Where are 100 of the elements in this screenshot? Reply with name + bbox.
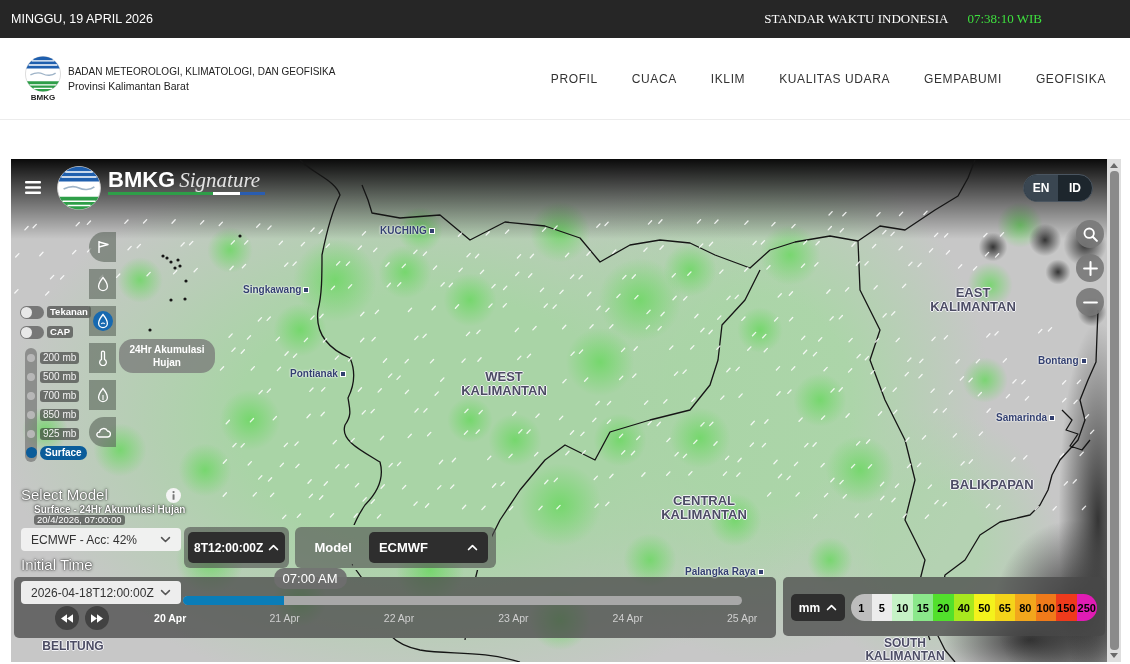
region-label: WEST KALIMANTAN — [461, 370, 547, 398]
scroll-down-icon[interactable] — [1110, 653, 1118, 658]
level-option[interactable]: 200 mb — [40, 351, 80, 364]
nav-link[interactable]: GEOFISIKA — [1035, 71, 1106, 86]
timezone-label: STANDAR WAKTU INDONESIA — [764, 11, 949, 27]
date-text: MINGGU, 19 APRIL 2026 — [11, 12, 153, 26]
legend-step: 100 — [1035, 594, 1056, 621]
nav-link[interactable]: GEMPABUMI — [924, 71, 1002, 86]
city-marker-icon — [757, 569, 764, 575]
toggle-label: CAP — [47, 326, 74, 338]
place-label: Palangka Raya — [685, 566, 756, 578]
level-dot-icon — [25, 447, 37, 458]
legend-step: 20 — [933, 594, 954, 621]
rewind-icon — [61, 613, 73, 623]
initial-time-select[interactable]: 2026-04-18T12:00:00Z — [21, 581, 181, 604]
city-marker-icon — [1080, 358, 1087, 364]
region-label: SOUTH KALIMANTAN — [865, 637, 945, 662]
time-tooltip: 07:00 AM — [273, 568, 347, 589]
level-dot-icon — [27, 391, 35, 400]
date-label: 23 Apr — [498, 612, 529, 624]
legend-step: 250 — [1076, 594, 1097, 621]
layer-button[interactable] — [89, 269, 116, 299]
layer-title: Surface - 24Hr Akumulasi Hujan — [34, 504, 186, 515]
legend-step: 50 — [974, 594, 995, 621]
language-option[interactable]: ID — [1058, 175, 1092, 201]
date-label: 22 Apr — [383, 612, 415, 624]
droplet-icon — [96, 387, 109, 403]
previous-button[interactable] — [55, 606, 79, 630]
legend-step: 150 — [1056, 594, 1077, 621]
fast-forward-icon — [91, 613, 103, 623]
level-option[interactable]: 850 mb — [40, 408, 80, 421]
province-name: Provinsi Kalimantan Barat — [68, 79, 190, 92]
logo-text: BMKG — [30, 92, 56, 102]
layer-button[interactable] — [89, 380, 116, 410]
initial-time-button[interactable]: 8T12:00:00Z — [188, 532, 286, 563]
layer-button[interactable] — [89, 306, 116, 336]
level-option[interactable]: 500 mb — [40, 370, 80, 383]
level-option[interactable]: 700 mb — [40, 389, 80, 402]
scroll-up-icon[interactable] — [1110, 163, 1118, 168]
legend-step: 40 — [953, 594, 974, 621]
model-select[interactable]: ECMWF - Acc: 42% — [21, 528, 181, 551]
city-marker-icon — [428, 228, 435, 234]
next-button[interactable] — [85, 606, 109, 630]
model-button[interactable]: ECMWF — [368, 532, 488, 563]
nav-link[interactable]: CUACA — [631, 71, 677, 86]
legend-step: 15 — [912, 594, 933, 621]
plus-icon — [1082, 260, 1098, 276]
flag-icon — [96, 240, 109, 254]
scrollbar-thumb[interactable] — [1109, 171, 1119, 650]
place-label: Pontianak — [290, 368, 338, 380]
place-label: Bontang — [1038, 355, 1079, 367]
valid-time: 20/4/2026, 07:00:00 — [34, 515, 125, 525]
stripe-icon — [108, 192, 265, 195]
city-marker-icon — [1049, 415, 1056, 421]
minus-icon — [1082, 300, 1098, 304]
level-slider-track[interactable] — [25, 348, 37, 462]
city-marker-icon — [339, 371, 346, 377]
date-label: 25 Apr — [726, 612, 758, 624]
scrollbar[interactable] — [1107, 159, 1121, 662]
timeline-track[interactable] — [183, 596, 742, 605]
level-option[interactable]: 925 mb — [40, 427, 80, 440]
chevron-down-icon — [160, 535, 171, 544]
region-label: CENTRAL KALIMANTAN — [661, 494, 747, 522]
chevron-down-icon — [160, 588, 171, 597]
layer-button[interactable] — [89, 417, 116, 447]
thermometer-icon — [97, 350, 108, 366]
clock-text: 07:38:10 WIB — [967, 11, 1042, 27]
menu-icon[interactable] — [25, 181, 41, 194]
cloud-icon — [94, 426, 111, 438]
region-label: BELITUNG — [42, 640, 104, 653]
nav-link[interactable]: PROFIL — [550, 71, 598, 86]
legend-step: 1 — [851, 594, 872, 621]
layer-button[interactable] — [89, 343, 116, 373]
level-dot-icon — [27, 372, 35, 381]
logo-icon — [25, 55, 61, 92]
place-label: Samarinda — [996, 412, 1048, 424]
legend-step: 65 — [994, 594, 1015, 621]
level-dot-icon — [27, 410, 35, 419]
model-label: Model — [314, 540, 352, 555]
panel-title: Select Model — [21, 487, 108, 503]
place-label: KUCHING — [380, 225, 427, 237]
legend-step: 10 — [892, 594, 913, 621]
info-icon[interactable] — [166, 487, 181, 503]
layer-button[interactable] — [89, 232, 116, 262]
city-marker-icon — [303, 287, 310, 293]
language-option[interactable]: EN — [1024, 175, 1058, 201]
date-label: 21 Apr — [269, 612, 300, 624]
droplet-icon — [92, 311, 113, 331]
region-label: BALIKPAPAN — [950, 478, 1034, 492]
legend-step: 80 — [1015, 594, 1036, 621]
search-icon — [1082, 226, 1098, 242]
nav-link[interactable]: IKLIM — [710, 71, 746, 86]
chevron-up-icon — [826, 603, 838, 612]
agency-name: BADAN METEOROLOGI, KLIMATOLOGI, DAN GEOFISIKA — [68, 65, 336, 78]
place-label: Singkawang — [243, 284, 302, 296]
field-label: Initial Time — [21, 556, 93, 573]
layer-tooltip: 24Hr Akumulasi Hujan — [119, 339, 215, 373]
droplet-icon — [96, 276, 109, 292]
nav-link[interactable]: KUALITAS UDARA — [779, 71, 891, 86]
unit-button[interactable]: mm — [791, 594, 845, 621]
